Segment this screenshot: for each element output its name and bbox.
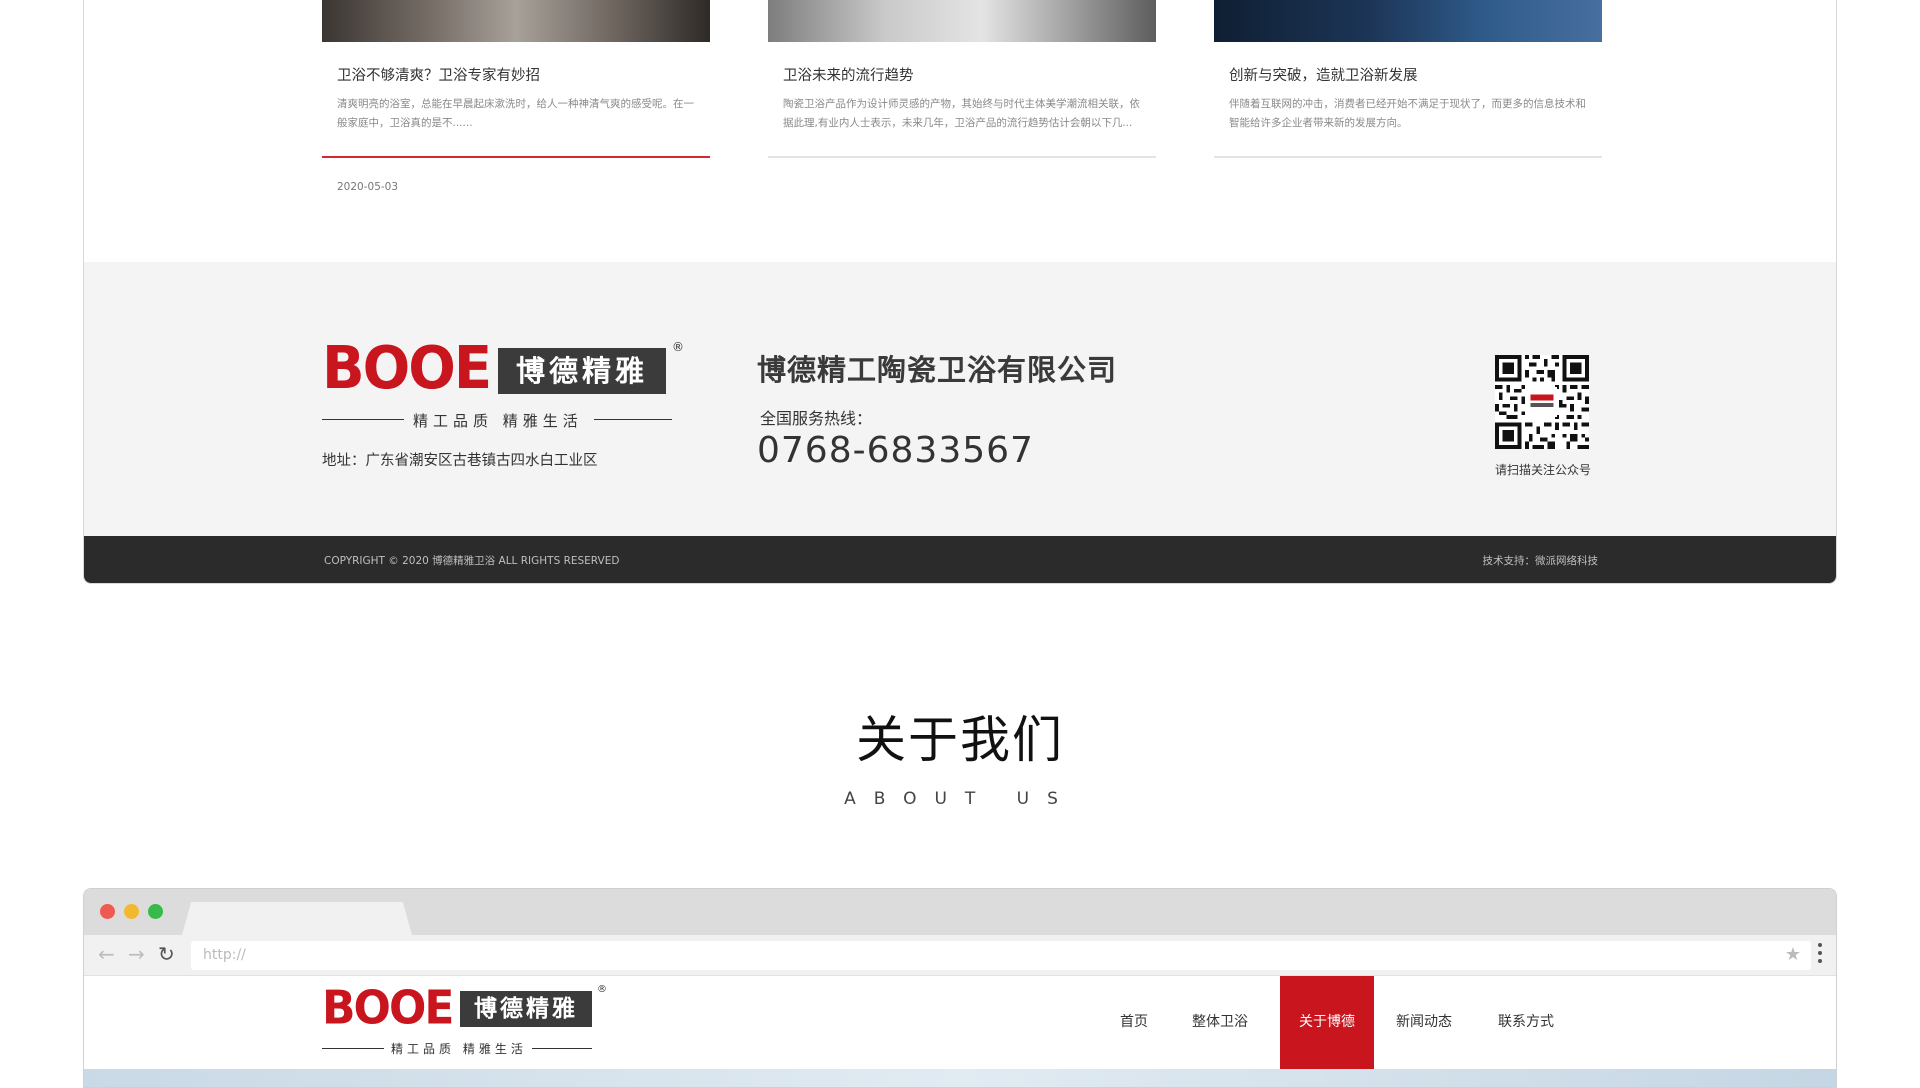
section-subtitle: ABOUT US	[844, 789, 1076, 809]
slogan-line-left	[322, 419, 404, 420]
arrow-left-icon[interactable]: ←	[98, 941, 115, 967]
section-title: 关于我们	[856, 711, 1064, 769]
nav-home[interactable]: 首页	[1104, 976, 1164, 1069]
footer-copyright-bar: COPYRIGHT © 2020 博德精雅卫浴 ALL RIGHTS RESER…	[84, 536, 1836, 583]
vertical-dots-icon[interactable]	[1818, 943, 1822, 967]
star-icon[interactable]: ★	[1785, 944, 1801, 965]
browser-toolbar: ← → ↻ http:// ★	[84, 935, 1836, 976]
news-image[interactable]	[322, 0, 710, 42]
news-card[interactable]: 创新与突破，造就卫浴新发展 伴随着互联网的冲击，消费者已经开始不满足于现状了，而…	[1214, 0, 1602, 158]
browser-window: ← → ↻ http:// ★ BOOE 博德精雅 ® 精工品质 精雅生活 首页…	[83, 888, 1837, 1088]
news-divider-active	[322, 156, 710, 158]
slogan-line-right	[594, 419, 672, 420]
logo-brand-cn: 博德精雅	[460, 991, 592, 1027]
footer-logo[interactable]: BOOE 博德精雅 ® 精工品质 精雅生活	[322, 334, 684, 432]
logo-slogan: 精工品质 精雅生活	[391, 1042, 527, 1056]
slogan-line-right	[532, 1048, 592, 1049]
company-address: 地址：广东省潮安区古巷镇古四水白工业区	[322, 453, 598, 469]
news-description: 清爽明亮的浴室，总能在早晨起床漱洗时，给人一种神清气爽的感受呢。在一般家庭中，卫…	[337, 98, 694, 129]
close-window-button[interactable]	[100, 904, 115, 919]
url-text[interactable]: http://	[203, 947, 246, 963]
address-bar[interactable]: http:// ★	[191, 941, 1811, 970]
tech-support-link[interactable]: 技术支持：微派网络科技	[1483, 553, 1599, 568]
site-header: BOOE 博德精雅 ® 精工品质 精雅生活 首页 整体卫浴 关于博德 新闻动态 …	[84, 976, 1836, 1069]
news-divider	[768, 156, 1156, 158]
logo-brand-cn: 博德精雅	[498, 348, 666, 394]
website-preview-frame: 卫浴不够清爽？卫浴专家有妙招 清爽明亮的浴室，总能在早晨起床漱洗时，给人一种神清…	[83, 0, 1837, 584]
nav-news[interactable]: 新闻动态	[1384, 976, 1464, 1069]
hero-banner	[84, 1069, 1836, 1087]
logo-brand-en: BOOE	[322, 334, 492, 403]
registered-mark: ®	[672, 340, 684, 354]
slogan-line-left	[322, 1048, 384, 1049]
news-description: 伴随着互联网的冲击，消费者已经开始不满足于现状了，而更多的信息技术和智能给许多企…	[1229, 98, 1586, 129]
news-divider	[1214, 156, 1602, 158]
hotline-label: 全国服务热线：	[760, 409, 873, 428]
news-image[interactable]	[1214, 0, 1602, 42]
company-name: 博德精工陶瓷卫浴有限公司	[757, 353, 1118, 387]
hotline-number[interactable]: 0768-6833567	[757, 430, 1034, 471]
news-card[interactable]: 卫浴不够清爽？卫浴专家有妙招 清爽明亮的浴室，总能在早晨起床漱洗时，给人一种神清…	[322, 0, 710, 193]
header-logo[interactable]: BOOE 博德精雅 ® 精工品质 精雅生活	[322, 982, 622, 1058]
minimize-window-button[interactable]	[124, 904, 139, 919]
qr-code	[1495, 355, 1589, 449]
browser-tab-bar	[84, 889, 1836, 935]
copyright-text: COPYRIGHT © 2020 博德精雅卫浴 ALL RIGHTS RESER…	[324, 555, 620, 567]
news-title[interactable]: 创新与突破，造就卫浴新发展	[1229, 64, 1602, 85]
logo-brand-en: BOOE	[322, 981, 454, 1036]
news-date: 2020-05-03	[337, 181, 399, 193]
news-title[interactable]: 卫浴不够清爽？卫浴专家有妙招	[337, 64, 710, 85]
reload-icon[interactable]: ↻	[158, 941, 175, 967]
logo-slogan: 精工品质 精雅生活	[413, 412, 583, 430]
news-image[interactable]	[768, 0, 1156, 42]
news-description: 陶瓷卫浴产品作为设计师灵感的产物，其始终与时代主体美学潮流相关联，依据此理,有业…	[783, 98, 1140, 129]
qr-caption: 请扫描关注公众号	[1494, 463, 1591, 477]
arrow-right-icon[interactable]: →	[128, 941, 145, 967]
nav-contact[interactable]: 联系方式	[1486, 976, 1566, 1069]
nav-products[interactable]: 整体卫浴	[1180, 976, 1260, 1069]
nav-about[interactable]: 关于博德	[1280, 976, 1374, 1069]
news-title[interactable]: 卫浴未来的流行趋势	[783, 64, 1156, 85]
maximize-window-button[interactable]	[148, 904, 163, 919]
news-card[interactable]: 卫浴未来的流行趋势 陶瓷卫浴产品作为设计师灵感的产物，其始终与时代主体美学潮流相…	[768, 0, 1156, 158]
browser-tab[interactable]	[182, 902, 412, 935]
registered-mark: ®	[597, 984, 607, 995]
